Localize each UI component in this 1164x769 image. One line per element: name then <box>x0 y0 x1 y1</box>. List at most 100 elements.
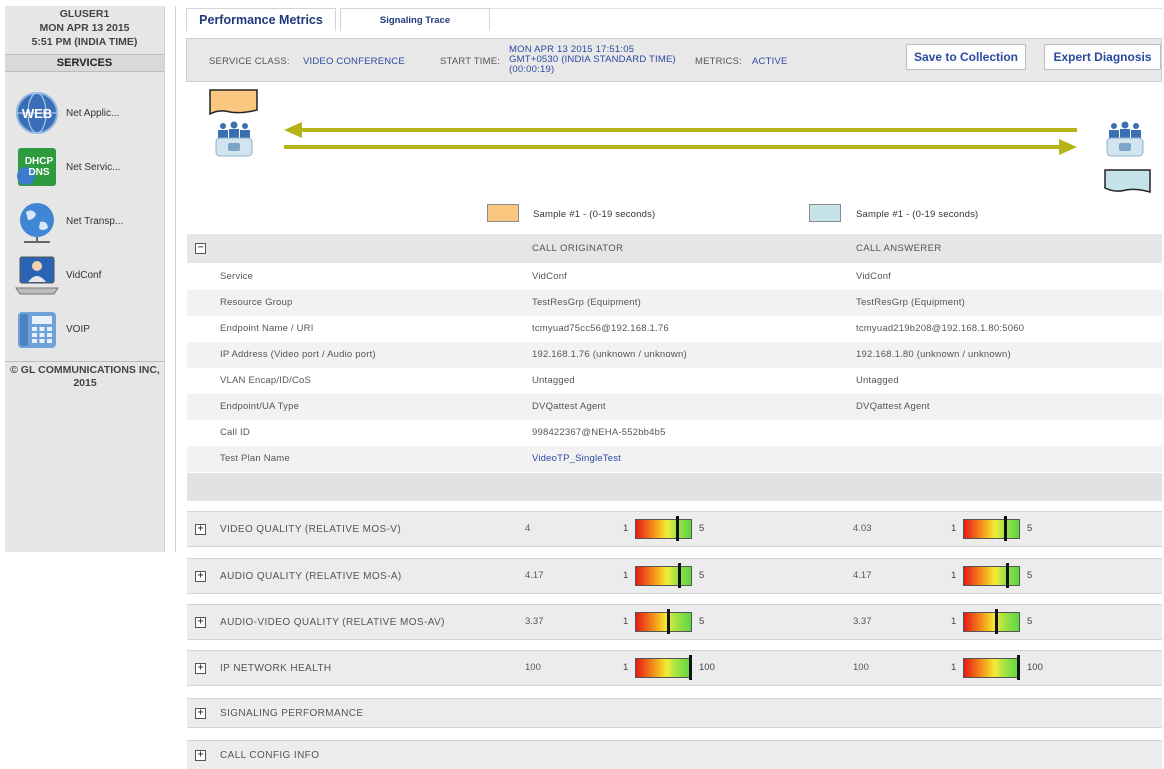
gauge-max: 5 <box>699 570 705 581</box>
answerer-value: TestResGrp (Equipment) <box>856 297 965 308</box>
video-conference-icon <box>15 256 59 295</box>
column-header-originator: CALL ORIGINATOR <box>532 243 624 254</box>
current-time: 5:51 PM (INDIA TIME) <box>31 36 138 48</box>
sidebar-item-net-applications[interactable]: WEB Net Applic... <box>14 88 164 138</box>
metrics-value: ACTIVE <box>752 56 788 67</box>
sidebar: GLUSER1 MON APR 13 2015 5:51 PM (INDIA T… <box>5 6 165 552</box>
section-label: AUDIO-VIDEO QUALITY (RELATIVE MOS-AV) <box>220 617 445 628</box>
section-video-quality[interactable]: + VIDEO QUALITY (RELATIVE MOS-V) 4 1 5 4… <box>187 511 1162 547</box>
gauge-max: 100 <box>699 662 715 673</box>
section-audio-quality[interactable]: + AUDIO QUALITY (RELATIVE MOS-A) 4.17 1 … <box>187 558 1162 594</box>
originator-value: 998422367@NEHA-552bb4b5 <box>532 427 666 438</box>
services-header: SERVICES <box>5 54 164 72</box>
table-row: Resource Group TestResGrp (Equipment) Te… <box>187 290 1162 316</box>
ip-phone-icon <box>18 312 56 348</box>
divider <box>490 8 1162 9</box>
gauge-marker <box>677 563 681 588</box>
originator-value: VidConf <box>532 271 568 282</box>
gauge-max: 100 <box>1027 662 1043 673</box>
row-label: Endpoint/UA Type <box>220 401 300 412</box>
gauge-max: 5 <box>1027 523 1033 534</box>
gauge-bar <box>635 519 692 539</box>
originator-value: 192.168.1.76 (unknown / unknown) <box>532 349 687 360</box>
sidebar-item-label: VOIP <box>66 323 90 335</box>
row-label: Endpoint Name / URI <box>220 323 314 334</box>
collapse-toggle[interactable]: − <box>195 243 206 254</box>
sidebar-item-label: Net Transp... <box>66 215 124 227</box>
section-audio-video-quality[interactable]: + AUDIO-VIDEO QUALITY (RELATIVE MOS-AV) … <box>187 604 1162 640</box>
svg-text:DHCP: DHCP <box>25 156 54 167</box>
section-label: SIGNALING PERFORMANCE <box>220 708 364 719</box>
answerer-value: 192.168.1.80 (unknown / unknown) <box>856 349 1011 360</box>
row-label: Service <box>220 271 254 282</box>
section-call-config-info[interactable]: + CALL CONFIG INFO <box>187 740 1162 769</box>
web-globe-icon: WEB <box>16 92 58 134</box>
originator-value: tcmyuad75cc56@192.168.1.76 <box>532 323 669 334</box>
divider <box>175 6 176 552</box>
row-label: Resource Group <box>220 297 293 308</box>
gauge-max: 5 <box>1027 570 1033 581</box>
gauge-marker <box>1003 516 1007 541</box>
gauge-marker <box>667 609 671 634</box>
metrics-label: METRICS: <box>695 56 742 67</box>
copyright: © GL COMMUNICATIONS INC, 2015 <box>5 361 165 390</box>
expand-toggle[interactable]: + <box>195 708 206 719</box>
tab-performance-metrics[interactable]: Performance Metrics <box>186 8 336 31</box>
originator-sample-icon <box>209 89 258 116</box>
originator-score: 100 <box>525 662 541 673</box>
service-class-label: SERVICE CLASS: <box>209 56 290 67</box>
svg-text:DNS: DNS <box>28 167 49 178</box>
arrow-head-left <box>284 122 302 138</box>
start-time-duration: (00:00:19) <box>509 64 555 75</box>
tab-signaling-trace[interactable]: Signaling Trace <box>340 8 490 31</box>
save-to-collection-button[interactable]: Save to Collection <box>906 44 1026 70</box>
table-row: VLAN Encap/ID/CoS Untagged Untagged <box>187 368 1162 394</box>
originator-value: TestResGrp (Equipment) <box>532 297 641 308</box>
table-row: IP Address (Video port / Audio port) 192… <box>187 342 1162 368</box>
current-date: MON APR 13 2015 <box>39 22 130 34</box>
expand-toggle[interactable]: + <box>195 571 206 582</box>
table-row: Test Plan Name VideoTP_SingleTest <box>187 446 1162 472</box>
answerer-endpoint-icon <box>1106 121 1144 157</box>
sidebar-item-label: Net Applic... <box>66 107 120 119</box>
legend-originator-swatch <box>487 204 519 222</box>
call-flow-diagram <box>209 89 1151 193</box>
call-table-header: − CALL ORIGINATOR CALL ANSWERER <box>187 234 1162 263</box>
network-globe-icon <box>20 203 54 243</box>
expand-toggle[interactable]: + <box>195 617 206 628</box>
gauge-marker <box>995 609 999 634</box>
answerer-value: VidConf <box>856 271 892 282</box>
sidebar-item-net-transport[interactable]: Net Transp... <box>14 196 164 246</box>
copyright-line: © GL COMMUNICATIONS INC, <box>10 364 160 376</box>
arrow-head-right <box>1059 139 1077 155</box>
table-row: Endpoint Name / URI tcmyuad75cc56@192.16… <box>187 316 1162 342</box>
svg-text:WEB: WEB <box>22 106 52 121</box>
call-table-footer <box>187 473 1162 501</box>
gauge-max: 5 <box>699 523 705 534</box>
section-signaling-performance[interactable]: + SIGNALING PERFORMANCE <box>187 698 1162 728</box>
sidebar-item-net-services[interactable]: DHCP DNS Net Servic... <box>14 142 164 192</box>
sidebar-item-voip[interactable]: VOIP <box>14 304 164 354</box>
service-class-value: VIDEO CONFERENCE <box>303 56 405 67</box>
sidebar-item-vidconf[interactable]: VidConf <box>14 250 164 300</box>
originator-score: 4 <box>525 523 531 534</box>
table-row: Endpoint/UA Type DVQattest Agent DVQatte… <box>187 394 1162 420</box>
row-label: Call ID <box>220 427 250 438</box>
section-ip-network-health[interactable]: + IP NETWORK HEALTH 100 1 100 100 1 100 <box>187 650 1162 686</box>
gauge-max: 5 <box>1027 616 1033 627</box>
user-name: GLUSER1 <box>59 8 110 20</box>
gauge-bar <box>635 612 692 632</box>
gauge-min: 1 <box>951 662 957 673</box>
expert-diagnosis-button[interactable]: Expert Diagnosis <box>1044 44 1161 70</box>
test-plan-link[interactable]: VideoTP_SingleTest <box>532 453 621 464</box>
row-label: Test Plan Name <box>220 453 290 464</box>
copyright-year: 2015 <box>73 377 97 389</box>
expand-toggle[interactable]: + <box>195 663 206 674</box>
sidebar-item-label: VidConf <box>66 269 102 281</box>
gauge-min: 1 <box>623 662 629 673</box>
gauge-marker <box>1005 563 1009 588</box>
answerer-score: 100 <box>853 662 869 673</box>
expand-toggle[interactable]: + <box>195 750 206 761</box>
start-time-label: START TIME: <box>440 56 501 67</box>
expand-toggle[interactable]: + <box>195 524 206 535</box>
